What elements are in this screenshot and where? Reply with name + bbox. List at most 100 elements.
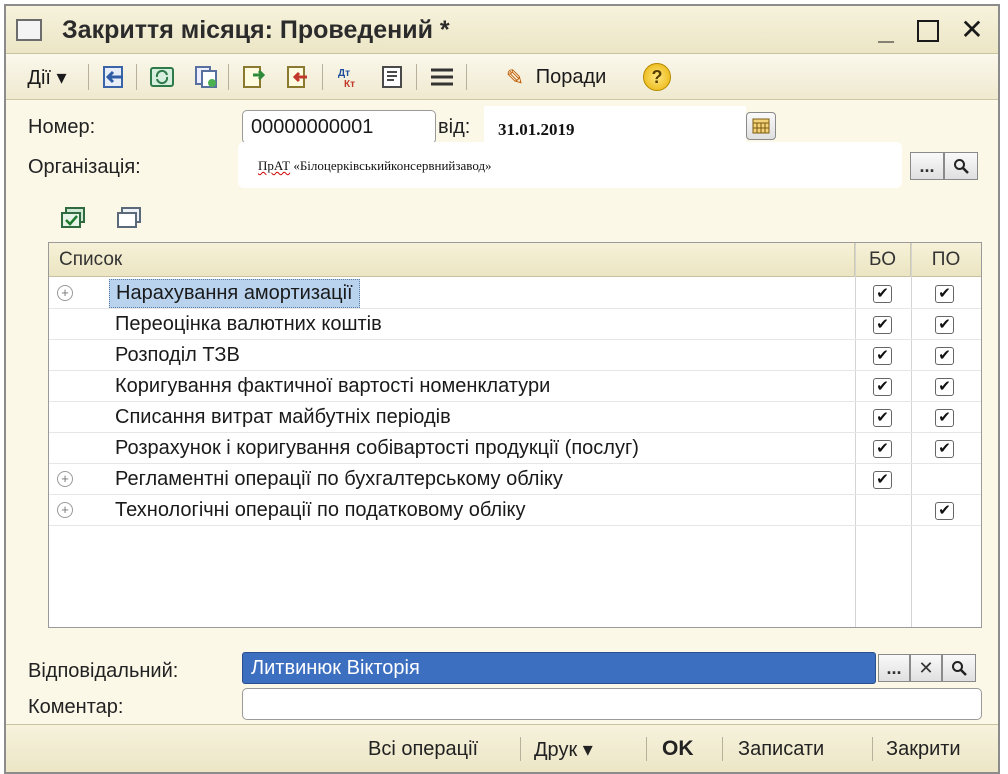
calendar-button[interactable] — [746, 112, 776, 140]
dt-kt-icon: ДтКт — [338, 68, 355, 89]
uncheck-all-icon[interactable] — [116, 206, 142, 230]
maximize-button[interactable] — [910, 12, 946, 48]
table-row[interactable]: + Нарахування амортизації ✔ ✔ — [49, 278, 981, 309]
svg-text:Кт: Кт — [344, 79, 355, 89]
post-document-button[interactable] — [238, 61, 270, 93]
checkbox-bo[interactable]: ✔ — [873, 378, 892, 396]
search-icon — [954, 159, 969, 174]
date-value: 31.01.2019 — [498, 120, 575, 139]
checkbox-bo[interactable]: ✔ — [873, 440, 892, 458]
row-label: Розподіл ТЗВ — [115, 344, 240, 366]
checkbox-po[interactable]: ✔ — [935, 285, 954, 303]
document-icon — [16, 19, 42, 41]
help-icon: ? — [643, 63, 671, 91]
checkbox-bo[interactable]: ✔ — [873, 409, 892, 427]
post-doc-icon — [243, 66, 266, 88]
responsible-choose-button[interactable]: ... — [878, 654, 910, 682]
minimize-button[interactable]: _ — [868, 12, 904, 48]
table-row[interactable]: Списання витрат майбутніх періодів ✔ ✔ — [49, 402, 981, 433]
toolbar-separator — [466, 64, 467, 90]
unpost-document-button[interactable] — [282, 61, 314, 93]
journal-icon — [382, 66, 402, 88]
checkbox-bo[interactable]: ✔ — [873, 316, 892, 334]
bottom-separator — [520, 737, 521, 761]
copy-document-button[interactable] — [190, 61, 222, 93]
checkbox-po[interactable]: ✔ — [935, 347, 954, 365]
table-row[interactable]: + Регламентні операції по бухгалтерському… — [49, 464, 981, 495]
table-row[interactable]: Переоцінка валютних коштів ✔ ✔ — [49, 309, 981, 340]
date-label: від: — [438, 116, 471, 138]
checkbox-bo[interactable]: ✔ — [873, 471, 892, 489]
bottom-command-bar: Всі операції Друк ▾ OK Записати Закрити — [6, 724, 998, 772]
bottom-separator — [722, 737, 723, 761]
comment-label: Коментар: — [28, 696, 124, 718]
table-row[interactable]: Коригування фактичної вартості номенклат… — [49, 371, 981, 402]
row-label: Технологічні операції по податковому обл… — [115, 499, 526, 521]
svg-text:Дт: Дт — [338, 68, 350, 79]
refresh-icon — [150, 67, 174, 87]
responsible-field[interactable]: Литвинюк Вікторія — [242, 652, 876, 684]
print-menu-button[interactable]: Друк ▾ — [534, 735, 593, 763]
bottom-separator — [646, 737, 647, 761]
checkbox-po[interactable]: ✔ — [935, 409, 954, 427]
table-row[interactable]: Розподіл ТЗВ ✔ ✔ — [49, 340, 981, 371]
row-label: Нарахування амортизації — [109, 279, 360, 308]
tips-label: Поради — [535, 65, 607, 88]
document-window: Закриття місяця: Проведений * _ ✕ Дії ▾ … — [4, 4, 1000, 774]
organization-choose-button[interactable]: ... — [910, 152, 944, 180]
column-header-bo[interactable]: БО — [855, 243, 911, 277]
organization-prefix: ПрАТ — [258, 158, 291, 173]
close-window-button[interactable]: ✕ — [954, 12, 990, 48]
all-operations-button[interactable]: Всі операції — [368, 735, 478, 763]
close-button[interactable]: Закрити — [886, 735, 961, 763]
actions-menu-button[interactable]: Дії ▾ — [12, 61, 82, 93]
tips-button[interactable]: ✎ Поради — [476, 61, 636, 93]
checkbox-po[interactable]: ✔ — [935, 378, 954, 396]
back-icon — [103, 66, 123, 88]
title-bar: Закриття місяця: Проведений * _ ✕ — [6, 6, 998, 54]
toolbar-separator — [416, 64, 417, 90]
save-button[interactable]: Записати — [738, 735, 824, 763]
checkbox-po[interactable]: ✔ — [935, 502, 954, 520]
responsible-label: Відповідальний: — [28, 660, 179, 682]
refresh-button[interactable] — [146, 61, 178, 93]
search-icon — [952, 661, 967, 676]
column-header-po[interactable]: ПО — [911, 243, 981, 277]
expand-icon[interactable]: + — [57, 285, 73, 301]
operations-table: Список БО ПО + Нарахування амортизації ✔ ✔ П… — [48, 242, 982, 628]
row-label: Коригування фактичної вартості номенклат… — [115, 375, 551, 397]
tips-icon: ✎ — [505, 65, 525, 90]
organization-value: ПрАТ «Білоцерківськийконсервнийзавод» — [258, 158, 492, 174]
checkbox-bo[interactable]: ✔ — [873, 347, 892, 365]
ok-button[interactable]: OK — [662, 735, 694, 763]
checkbox-bo[interactable]: ✔ — [873, 285, 892, 303]
number-field[interactable]: 00000000001 — [242, 110, 436, 144]
toolbar-separator — [322, 64, 323, 90]
toolbar-separator — [88, 64, 89, 90]
table-header: Список БО ПО — [49, 243, 981, 277]
toolbar: Дії ▾ Дт Кт ✎ Поради ? — [6, 54, 998, 100]
column-header-list[interactable]: Список — [49, 243, 855, 277]
checkbox-po[interactable]: ✔ — [935, 440, 954, 458]
maximize-icon — [917, 20, 939, 42]
expand-icon[interactable]: + — [57, 502, 73, 518]
list-settings-button[interactable] — [426, 61, 458, 93]
unpost-doc-icon — [287, 66, 307, 88]
table-row[interactable]: + Технологічні операції по податковому об… — [49, 495, 981, 526]
responsible-clear-button[interactable]: ✕ — [910, 654, 942, 682]
toolbar-separator — [228, 64, 229, 90]
checkbox-po[interactable]: ✔ — [935, 316, 954, 334]
organization-name: «Білоцерківськийконсервнийзавод» — [290, 158, 492, 173]
organization-label: Організація: — [28, 156, 141, 178]
copy-doc-icon — [195, 66, 217, 88]
table-row[interactable]: Розрахунок і коригування собівартості пр… — [49, 433, 981, 464]
comment-field[interactable] — [242, 688, 982, 720]
responsible-search-button[interactable] — [942, 654, 976, 682]
back-button[interactable] — [98, 61, 130, 93]
journal-button[interactable] — [376, 61, 408, 93]
organization-search-button[interactable] — [944, 152, 978, 180]
help-button[interactable]: ? — [642, 61, 672, 93]
check-all-icon[interactable] — [60, 206, 86, 230]
expand-icon[interactable]: + — [57, 471, 73, 487]
dt-kt-button[interactable]: Дт Кт — [332, 61, 364, 93]
